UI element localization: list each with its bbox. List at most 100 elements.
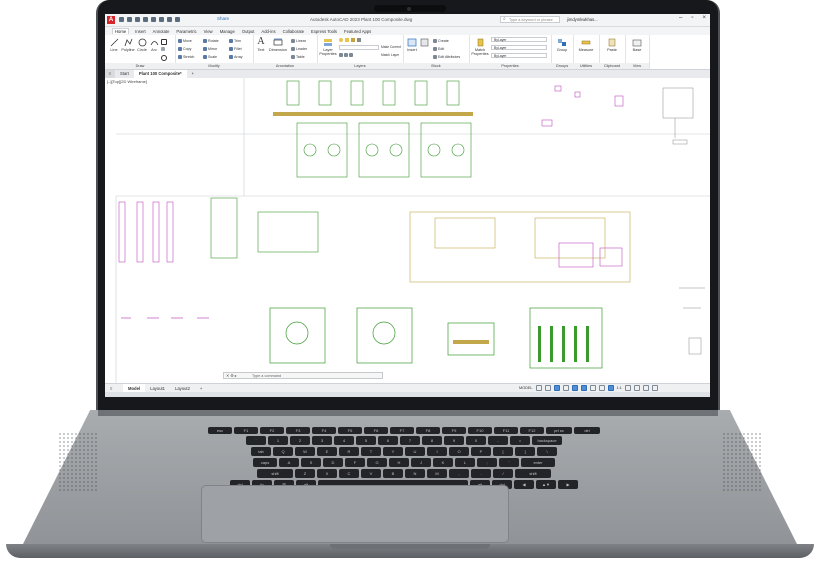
isodraft-icon[interactable]	[571, 385, 578, 391]
key[interactable]: enter	[521, 458, 555, 467]
search-input[interactable]: Type a keyword or phrase	[500, 16, 560, 23]
key[interactable]: F10	[468, 427, 492, 434]
tab-collaborate[interactable]: Collaborate	[282, 29, 305, 34]
key[interactable]: ;	[477, 458, 497, 467]
command-line[interactable]: Type a command	[223, 372, 383, 379]
match-layer-button[interactable]: Match Layer	[381, 53, 399, 57]
share-button[interactable]: Share	[217, 16, 229, 21]
color-swatch-icon[interactable]	[357, 38, 361, 42]
key[interactable]: \	[537, 447, 557, 456]
mirror-button[interactable]: Mirror	[203, 47, 217, 52]
key[interactable]: F7	[390, 427, 414, 434]
copy-button[interactable]: Copy	[178, 47, 191, 52]
close-icon[interactable]: ×	[702, 15, 706, 21]
line-tool[interactable]: Line	[108, 38, 120, 52]
tab-annotate[interactable]: Annotate	[152, 29, 171, 34]
undo-icon[interactable]	[159, 17, 164, 22]
key[interactable]: shift	[257, 469, 293, 478]
file-tabs-menu-icon[interactable]: ≡	[105, 70, 115, 78]
annotation-scale[interactable]: 1:1	[617, 386, 622, 390]
key[interactable]: 1	[268, 436, 288, 445]
trim-button[interactable]: Trim	[229, 39, 241, 44]
key[interactable]: ◀	[514, 480, 534, 489]
key[interactable]: /	[493, 469, 513, 478]
key[interactable]: X	[317, 469, 337, 478]
key[interactable]: Z	[295, 469, 315, 478]
units-icon[interactable]	[642, 385, 649, 391]
key[interactable]: 3	[312, 436, 332, 445]
key[interactable]: F4	[312, 427, 336, 434]
key[interactable]: prt sc	[546, 427, 572, 434]
leader-button[interactable]: Leader	[291, 47, 307, 52]
key[interactable]: K	[433, 458, 453, 467]
autocad-logo-icon[interactable]: A	[107, 16, 115, 24]
layer-dropdown[interactable]	[339, 45, 379, 50]
tab-featured-apps[interactable]: Featured Apps	[343, 29, 372, 34]
scale-button[interactable]: Scale	[203, 55, 217, 60]
panel-view-title[interactable]: View	[625, 63, 649, 69]
rotate-button[interactable]: Rotate	[203, 39, 219, 44]
key[interactable]: A	[279, 458, 299, 467]
key[interactable]: .	[471, 469, 491, 478]
key[interactable]: F9	[442, 427, 466, 434]
key[interactable]: tab	[251, 447, 271, 456]
user-account[interactable]: jimdymkwkhas...	[567, 17, 598, 22]
key[interactable]: R	[339, 447, 359, 456]
linear-button[interactable]: Linear	[291, 39, 306, 44]
maximize-icon[interactable]: ▫	[691, 15, 693, 21]
drawing-viewport[interactable]: [–][Top][2D Wireframe] ✕ ⚙ ▸ Type a comm…	[105, 78, 710, 383]
key[interactable]: [	[493, 447, 513, 456]
key[interactable]: F2	[260, 427, 284, 434]
insert-block-tool[interactable]: Insert	[405, 38, 419, 52]
key[interactable]: B	[383, 469, 403, 478]
key[interactable]: F8	[416, 427, 440, 434]
new-tab-button[interactable]: +	[187, 70, 199, 78]
key[interactable]: N	[405, 469, 425, 478]
key[interactable]: `	[246, 436, 266, 445]
key[interactable]: I	[427, 447, 447, 456]
circle-tool[interactable]: Circle	[136, 38, 148, 52]
create-block-button[interactable]: Create	[433, 39, 449, 44]
redo-icon[interactable]	[167, 17, 172, 22]
tab-manage[interactable]: Manage	[219, 29, 236, 34]
tab-plant-100-composite[interactable]: Plant 100 Composite*	[133, 70, 187, 78]
tab-home[interactable]: Home	[112, 28, 130, 34]
polyline-tool[interactable]: Polyline	[121, 38, 135, 52]
key[interactable]: O	[449, 447, 469, 456]
panel-draw-title[interactable]: Draw	[105, 63, 175, 69]
selection-cycling-icon[interactable]	[598, 385, 605, 391]
edit-attributes-button[interactable]: Edit Attributes	[433, 55, 460, 60]
key[interactable]: -	[488, 436, 508, 445]
base-view-tool[interactable]: Base	[627, 38, 647, 52]
ortho-icon[interactable]	[553, 385, 560, 391]
key[interactable]: del	[574, 427, 600, 434]
array-button[interactable]: Array	[229, 55, 243, 60]
key[interactable]: C	[339, 469, 359, 478]
measure-tool[interactable]: Measure	[575, 38, 597, 52]
tab-view[interactable]: View	[203, 29, 214, 34]
key[interactable]: U	[405, 447, 425, 456]
make-current-button[interactable]: Make Current	[381, 45, 401, 49]
fillet-button[interactable]: Fillet	[229, 47, 242, 52]
key[interactable]: Y	[383, 447, 403, 456]
model-space-toggle[interactable]: MODEL	[519, 386, 533, 390]
annotation-monitor-icon[interactable]	[633, 385, 640, 391]
plot-icon[interactable]	[151, 17, 156, 22]
tab-parametric[interactable]: Parametric	[175, 29, 197, 34]
table-button[interactable]: Table	[291, 55, 305, 60]
snap-icon[interactable]	[544, 385, 551, 391]
tab-start[interactable]: Start	[115, 70, 134, 78]
key[interactable]: 8	[422, 436, 442, 445]
key[interactable]: esc	[208, 427, 232, 434]
key[interactable]: V	[361, 469, 381, 478]
open-icon[interactable]	[127, 17, 132, 22]
key[interactable]: 0	[466, 436, 486, 445]
panel-modify-title[interactable]: Modify	[175, 63, 253, 69]
panel-block-title[interactable]: Block	[403, 63, 469, 69]
save-icon[interactable]	[135, 17, 140, 22]
key[interactable]: shift	[515, 469, 551, 478]
key[interactable]: W	[295, 447, 315, 456]
ellipse-icon[interactable]	[161, 55, 168, 61]
panel-properties-title[interactable]: Properties	[469, 63, 551, 69]
rectangle-icon[interactable]	[161, 39, 168, 45]
